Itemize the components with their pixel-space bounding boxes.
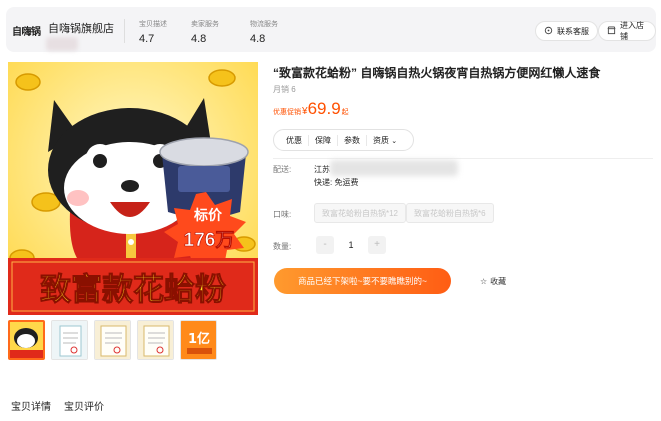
product-main-image[interactable]: 标价 176万 致富款花蛤粉 <box>8 62 258 315</box>
tab-qualification[interactable]: 资质 ⌄ <box>367 135 403 146</box>
thumbnail-3[interactable] <box>94 320 131 360</box>
quantity-stepper: - 1 + <box>316 236 386 254</box>
monthly-sales: 月销 6 <box>273 85 296 94</box>
shop-header: 自嗨锅 自嗨锅旗舰店 宝贝描述 4.7 卖家服务 4.8 物流服务 4.8 联系… <box>6 7 656 52</box>
tab-guarantee[interactable]: 保障 <box>309 134 338 146</box>
price-tag-top: 标价 <box>193 207 223 223</box>
ship-from: 江苏 <box>314 165 330 174</box>
score-service: 卖家服务 4.8 <box>191 19 219 45</box>
score-value: 4.8 <box>250 33 266 45</box>
shop-logo[interactable]: 自嗨锅 <box>12 23 41 38</box>
star-icon: ☆ <box>480 277 488 286</box>
enter-shop-button[interactable]: 进入店铺 <box>598 21 656 41</box>
favorite-label: 收藏 <box>490 277 507 286</box>
shipping-label: 配送: <box>273 165 292 174</box>
price-value: 69.9 <box>307 99 341 118</box>
tab-item-reviews[interactable]: 宝贝评价 <box>64 398 104 413</box>
score-label: 物流服务 <box>250 21 278 28</box>
score-value: 4.8 <box>191 33 207 45</box>
thumbnail-4[interactable] <box>137 320 174 360</box>
detail-tabs: 宝贝详情 宝贝评价 <box>11 398 104 413</box>
thumbnail-strip: 1亿 <box>8 320 217 360</box>
flavor-option-6[interactable]: 致富花蛤粉自热锅*6 <box>406 203 494 223</box>
enter-shop-label: 进入店铺 <box>620 21 644 41</box>
blurred-address <box>330 160 458 176</box>
favorite-button[interactable]: ☆ 收藏 <box>480 276 506 287</box>
tab-item-details[interactable]: 宝贝详情 <box>11 398 51 413</box>
banner-text: 致富款花蛤粉 <box>40 272 226 308</box>
unavailable-buy-button[interactable]: 商品已经下架啦~要不要瞧瞧别的~ <box>274 268 451 294</box>
thumbnail-2[interactable] <box>51 320 88 360</box>
product-illustration: 标价 176万 致富款花蛤粉 <box>8 62 258 315</box>
score-description: 宝贝描述 4.7 <box>139 19 167 45</box>
score-logistics: 物流服务 4.8 <box>250 19 278 45</box>
quantity-increment-button[interactable]: + <box>368 236 386 254</box>
score-label: 宝贝描述 <box>139 21 167 28</box>
headset-icon <box>544 26 553 37</box>
price-row: 优惠促销 ¥ 69.9 起 <box>273 99 349 119</box>
price-label: 优惠促销 <box>273 109 301 116</box>
quantity-value[interactable]: 1 <box>338 236 364 254</box>
product-title: “致富款花蛤粉” 自嗨锅自热火锅夜宵自热锅方便网红懒人速食 <box>273 66 601 80</box>
info-tabs: 优惠 保障 参数 资质 ⌄ <box>273 129 414 151</box>
contact-service-label: 联系客服 <box>557 26 589 36</box>
tab-discount[interactable]: 优惠 <box>280 134 309 146</box>
tab-qualification-label: 资质 <box>373 135 389 145</box>
section-divider <box>273 158 653 159</box>
blurred-shop-badge <box>46 37 78 51</box>
price-tag-bottom: 176万 <box>184 230 235 251</box>
flavor-option-12[interactable]: 致富花蛤粉自热锅*12 <box>314 203 407 223</box>
header-divider <box>124 19 125 43</box>
shipping-fee: 快递: 免运费 <box>314 178 359 187</box>
shop-name[interactable]: 自嗨锅旗舰店 <box>48 20 114 36</box>
score-value: 4.7 <box>139 33 155 45</box>
score-label: 卖家服务 <box>191 21 219 28</box>
quantity-decrement-button[interactable]: - <box>316 236 334 254</box>
tab-params[interactable]: 参数 <box>338 134 367 146</box>
quantity-label: 数量: <box>273 242 292 251</box>
thumbnail-1[interactable] <box>8 320 45 360</box>
thumbnail-5[interactable]: 1亿 <box>180 320 217 360</box>
price-unit: 起 <box>341 109 349 116</box>
flavor-label: 口味: <box>273 210 292 219</box>
thumbnail-5-text: 1亿 <box>188 331 210 347</box>
store-icon <box>607 25 616 37</box>
chevron-down-icon: ⌄ <box>391 137 398 145</box>
contact-service-button[interactable]: 联系客服 <box>535 21 598 41</box>
